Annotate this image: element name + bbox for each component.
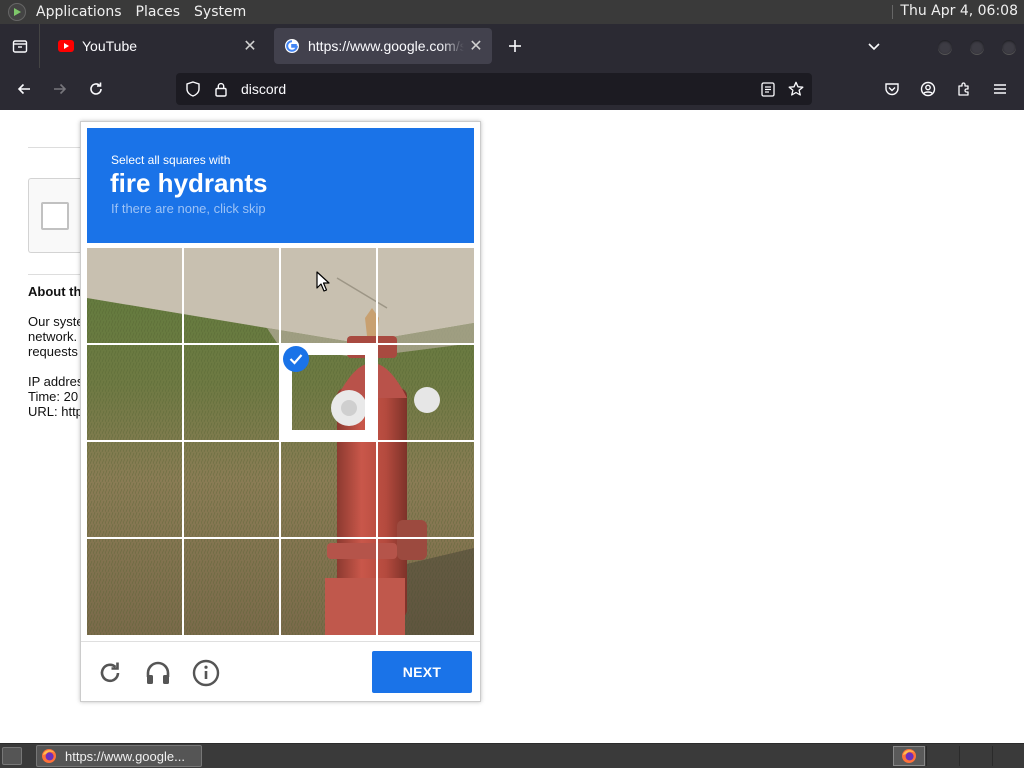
- puzzle-icon: [958, 82, 969, 96]
- firefox-view-button[interactable]: [0, 24, 40, 68]
- pocket-icon: [885, 83, 899, 96]
- close-window-button[interactable]: [1002, 40, 1016, 54]
- body-line: IP addres: [28, 374, 84, 389]
- google-icon: [284, 38, 300, 54]
- workspace-2[interactable]: [926, 746, 958, 766]
- workspace-1[interactable]: [893, 746, 925, 766]
- url-bar[interactable]: discord: [176, 73, 812, 105]
- workspace-4[interactable]: [992, 746, 1024, 766]
- pocket-button[interactable]: [880, 77, 904, 101]
- body-line: [28, 359, 84, 374]
- plus-icon: [509, 40, 521, 52]
- mouse-cursor-icon: [316, 271, 330, 292]
- close-tab-icon[interactable]: ✕: [238, 34, 262, 58]
- grid-tile[interactable]: [87, 248, 182, 343]
- bottom-taskbar: https://www.google...: [0, 743, 1024, 768]
- url-text[interactable]: discord: [241, 81, 760, 97]
- system-menu[interactable]: System: [190, 4, 250, 20]
- reload-button[interactable]: [84, 77, 108, 101]
- recaptcha-checkbox[interactable]: [41, 202, 69, 230]
- grid-tile[interactable]: [87, 539, 182, 634]
- about-body: Our syste network. requests IP addres Ti…: [28, 314, 84, 419]
- grid-tile[interactable]: [184, 539, 279, 634]
- maximize-button[interactable]: [970, 40, 984, 54]
- headphones-icon[interactable]: [144, 659, 172, 687]
- challenge-image-grid: [87, 248, 474, 635]
- reload-icon: [90, 82, 102, 95]
- show-desktop-button[interactable]: [2, 747, 22, 765]
- tab-youtube[interactable]: YouTube ✕: [48, 28, 266, 64]
- tab-title: https://www.google.com/sorry/index?conti…: [308, 38, 464, 54]
- grid-tile[interactable]: [184, 248, 279, 343]
- challenge-instruction: Select all squares with: [111, 153, 231, 167]
- reader-view-icon[interactable]: [760, 81, 776, 97]
- navigation-toolbar: discord: [0, 68, 1024, 110]
- app-menu-button[interactable]: [988, 77, 1012, 101]
- account-button[interactable]: [916, 77, 940, 101]
- grid-tile[interactable]: [378, 539, 473, 634]
- distro-logo-icon[interactable]: [8, 3, 26, 21]
- firefox-view-icon: [12, 40, 27, 53]
- next-button[interactable]: NEXT: [372, 651, 472, 693]
- forward-button[interactable]: [48, 77, 72, 101]
- list-all-tabs-button[interactable]: [862, 34, 886, 58]
- arrow-left-icon: [17, 83, 30, 95]
- footer-divider: [81, 641, 480, 642]
- grid-tile[interactable]: [281, 248, 376, 343]
- hamburger-menu-icon: [994, 84, 1006, 94]
- recaptcha-widget: [28, 178, 88, 253]
- shield-icon[interactable]: [185, 81, 201, 97]
- grid-tile[interactable]: [87, 345, 182, 440]
- back-button[interactable]: [12, 77, 36, 101]
- grid-tile[interactable]: [184, 345, 279, 440]
- about-heading: About th: [28, 284, 82, 299]
- grid-tile[interactable]: [87, 442, 182, 537]
- minimize-button[interactable]: [938, 40, 952, 54]
- grid-tile[interactable]: [378, 442, 473, 537]
- challenge-header: Select all squares with fire hydrants If…: [87, 128, 474, 243]
- divider: [28, 274, 88, 275]
- places-menu[interactable]: Places: [132, 4, 185, 20]
- body-line: Our syste: [28, 314, 84, 329]
- workspace-3[interactable]: [959, 746, 991, 766]
- info-icon[interactable]: [192, 659, 220, 687]
- star-bookmark-icon[interactable]: [788, 81, 804, 97]
- lock-icon[interactable]: [213, 81, 229, 97]
- tab-title: YouTube: [82, 38, 138, 54]
- tab-google-sorry[interactable]: https://www.google.com/sorry/index?conti…: [274, 28, 492, 64]
- firefox-icon: [902, 749, 916, 763]
- top-panel: Applications Places System Thu Apr 4, 06…: [0, 0, 1024, 24]
- body-line: Time: 20: [28, 389, 79, 404]
- account-icon: [920, 81, 936, 97]
- body-line: network.: [28, 329, 78, 344]
- body-line: URL: http: [28, 404, 83, 419]
- tab-strip: YouTube ✕ https://www.google.com/sorry/i…: [0, 24, 1024, 68]
- clock[interactable]: Thu Apr 4, 06:08: [892, 3, 1018, 19]
- checkmark-icon: [283, 346, 309, 372]
- taskbar-window-button[interactable]: https://www.google...: [36, 745, 202, 767]
- extensions-button[interactable]: [952, 77, 976, 101]
- new-tab-button[interactable]: [503, 34, 527, 58]
- taskbar-window-title: https://www.google...: [65, 748, 185, 764]
- grid-tile[interactable]: [378, 345, 473, 440]
- grid-tile[interactable]: [281, 442, 376, 537]
- grid-tile[interactable]: [281, 539, 376, 634]
- grid-tile[interactable]: [184, 442, 279, 537]
- arrow-right-icon: [54, 83, 67, 95]
- youtube-icon: [58, 38, 74, 54]
- close-tab-icon[interactable]: ✕: [464, 34, 488, 58]
- chevron-down-icon: [868, 43, 880, 51]
- firefox-icon: [42, 749, 56, 763]
- recaptcha-challenge: Select all squares with fire hydrants If…: [80, 121, 481, 702]
- challenge-hint: If there are none, click skip: [111, 201, 266, 216]
- challenge-target: fire hydrants: [110, 168, 268, 198]
- applications-menu[interactable]: Applications: [32, 4, 126, 20]
- body-line: requests: [28, 344, 78, 359]
- grid-tile[interactable]: [378, 248, 473, 343]
- reload-challenge-icon[interactable]: [96, 659, 124, 687]
- divider: [28, 147, 88, 148]
